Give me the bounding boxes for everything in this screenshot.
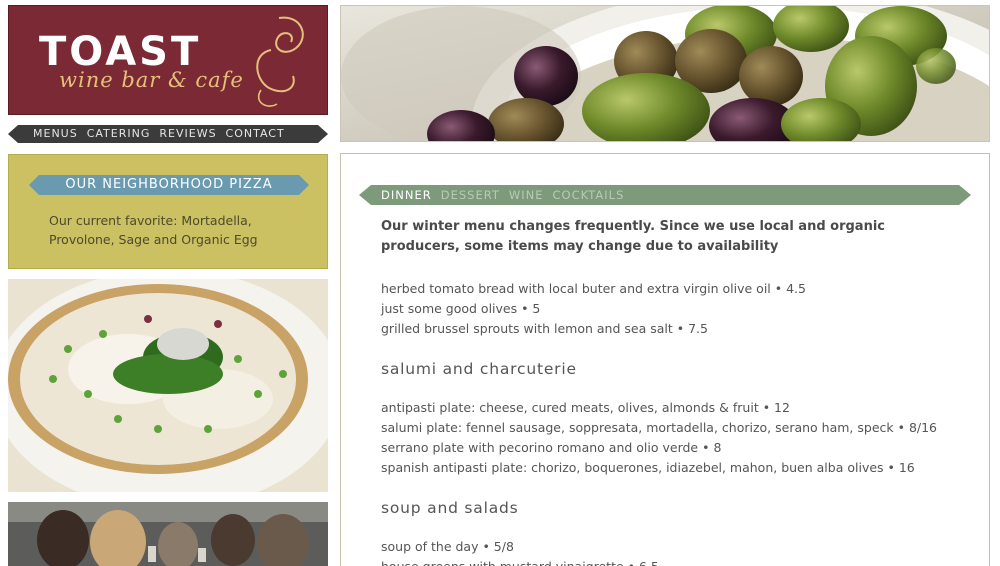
- menu-panel: DINNER DESSERT WINE COCKTAILS Our winter…: [340, 153, 990, 566]
- nav-ribbon-left-cap: [8, 125, 18, 143]
- menu-item: herbed tomato bread with local buter and…: [381, 281, 806, 296]
- menu-item: soup of the day • 5/8: [381, 539, 514, 554]
- section-heading: salumi and charcuterie: [381, 360, 577, 378]
- menu-item: just some good olives • 5: [381, 301, 541, 316]
- menu-tab-bar: DINNER DESSERT WINE COCKTAILS: [359, 185, 971, 205]
- menu-ribbon-left-cap: [359, 185, 371, 205]
- salumi-list: antipasti plate: cheese, cured meats, ol…: [381, 398, 941, 478]
- tab-wine[interactable]: WINE: [509, 188, 544, 202]
- nav-contact-link[interactable]: CONTACT: [226, 127, 285, 140]
- menu-item: grilled brussel sprouts with lemon and s…: [381, 321, 708, 336]
- menu-item: serrano plate with pecorino romano and o…: [381, 440, 722, 455]
- tab-dinner[interactable]: DINNER: [381, 188, 432, 202]
- cafe-people-photo: [8, 502, 328, 566]
- pizza-photo: [8, 279, 328, 492]
- main-nav: MENUS CATERING REVIEWS CONTACT: [8, 125, 328, 143]
- nav-ribbon-right-cap: [318, 125, 328, 143]
- nav-reviews-link[interactable]: REVIEWS: [159, 127, 216, 140]
- menu-item: antipasti plate: cheese, cured meats, ol…: [381, 400, 790, 415]
- menu-item: salumi plate: fennel sausage, soppresata…: [381, 420, 938, 435]
- section-heading: soup and salads: [381, 499, 519, 517]
- menu-content: Our winter menu changes frequently. Sinc…: [381, 217, 941, 566]
- featured-pizza-description: Our current favorite: Mortadella, Provol…: [49, 213, 258, 247]
- tab-dessert[interactable]: DESSERT: [441, 188, 500, 202]
- starters-list: herbed tomato bread with local buter and…: [381, 279, 941, 339]
- logo-swirl-icon: [256, 16, 304, 107]
- menu-intro: Our winter menu changes frequently. Sinc…: [381, 219, 885, 254]
- nav-menus-link[interactable]: MENUS: [33, 127, 78, 140]
- menu-item: house greens with mustard vinaigrette • …: [381, 557, 941, 566]
- soup-salad-list: soup of the day • 5/8 house greens with …: [381, 537, 941, 566]
- logo-tagline: wine bar & cafe: [59, 68, 244, 92]
- hero-olives-image: [340, 5, 990, 142]
- menu-ribbon-right-cap: [959, 185, 971, 205]
- logo[interactable]: TOAST wine bar & cafe: [8, 5, 328, 115]
- featured-pizza-ribbon: OUR NEIGHBORHOOD PIZZA: [29, 175, 309, 195]
- tab-cocktails[interactable]: COCKTAILS: [553, 188, 625, 202]
- featured-pizza-box: OUR NEIGHBORHOOD PIZZA Our current favor…: [8, 154, 328, 269]
- nav-catering-link[interactable]: CATERING: [87, 127, 151, 140]
- featured-pizza-title: OUR NEIGHBORHOOD PIZZA: [65, 177, 273, 192]
- menu-item: spanish antipasti plate: chorizo, boquer…: [381, 460, 915, 475]
